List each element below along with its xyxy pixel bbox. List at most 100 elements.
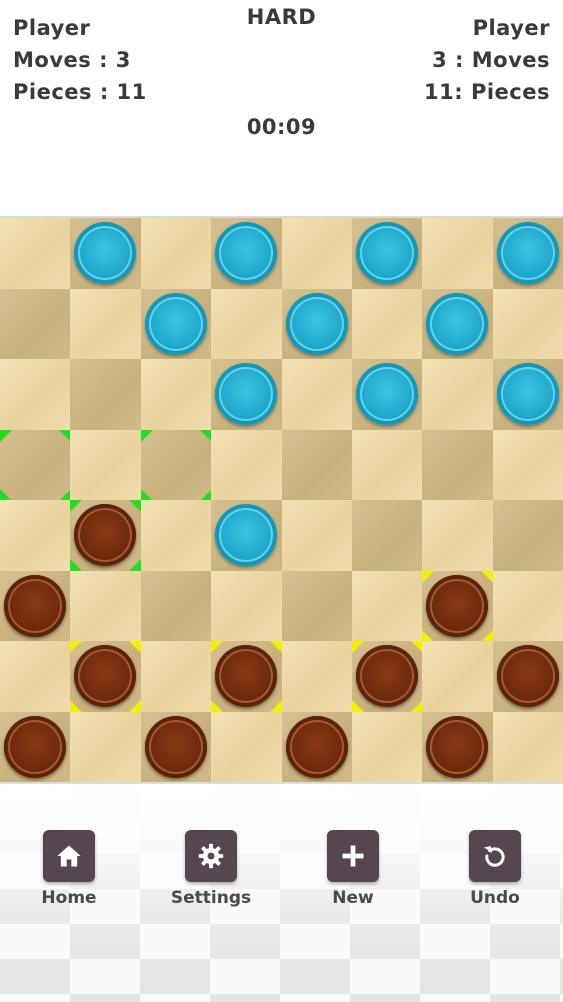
blue-checker-piece[interactable] [496,363,559,425]
board-square[interactable] [0,500,71,571]
move-highlight-corner [140,488,153,501]
board-square[interactable] [351,288,423,360]
board-square[interactable] [70,218,142,289]
board-square[interactable] [70,570,142,642]
board-square[interactable] [211,711,282,783]
board-square[interactable] [351,570,423,642]
board-square[interactable] [351,359,423,430]
board-square[interactable] [492,500,563,571]
board-square[interactable] [211,500,282,571]
board-square[interactable] [0,641,71,712]
board-square[interactable] [140,359,212,430]
board-square[interactable] [351,641,423,712]
board-square[interactable] [211,570,282,642]
board-square[interactable] [0,570,71,642]
new-game-button[interactable]: New [303,830,403,908]
board-square[interactable] [492,711,563,783]
brown-checker-piece[interactable] [215,645,278,707]
board-square[interactable] [0,288,71,360]
blue-checker-piece[interactable] [285,292,348,355]
board-square[interactable] [211,288,282,360]
board-square[interactable] [70,500,142,571]
board-square[interactable] [351,500,423,571]
board-square[interactable] [0,218,71,289]
board-square[interactable] [351,429,423,501]
blue-checker-piece[interactable] [426,292,489,355]
board-square[interactable] [281,359,353,430]
board-square[interactable] [351,218,423,289]
brown-checker-piece[interactable] [496,645,559,707]
board-square[interactable] [70,641,142,712]
board-square[interactable] [140,429,212,501]
board-square[interactable] [70,288,142,360]
blue-checker-piece[interactable] [215,363,278,425]
board-square[interactable] [422,429,494,501]
board-square[interactable] [70,429,142,501]
board-square[interactable] [281,500,353,571]
board-square[interactable] [492,359,563,430]
move-highlight-corner [422,629,435,642]
move-highlight-corner [140,429,153,442]
board-square[interactable] [140,641,212,712]
board-square[interactable] [351,711,423,783]
board-square[interactable] [422,218,494,289]
board-square[interactable] [281,218,353,289]
board-square[interactable] [492,218,563,289]
new-label: New [332,888,374,908]
brown-checker-piece[interactable] [355,645,418,707]
move-highlight-corner [70,641,83,653]
brown-checker-piece[interactable] [426,715,489,778]
brown-checker-piece[interactable] [4,574,66,637]
brown-checker-piece[interactable] [144,715,207,778]
board-square[interactable] [492,288,563,360]
board-square[interactable] [492,570,563,642]
plus-icon [327,830,379,882]
board-square[interactable] [422,288,494,360]
undo-button[interactable]: Undo [445,830,545,908]
game-header: Player Moves : 3 Pieces : 11 HARD 00:09 … [0,0,563,218]
board-square[interactable] [422,359,494,430]
board-square[interactable] [281,288,353,360]
board-square[interactable] [140,570,212,642]
board-square[interactable] [281,641,353,712]
brown-checker-piece[interactable] [74,645,137,707]
home-button[interactable]: Home [19,830,119,908]
board-square[interactable] [70,359,142,430]
move-highlight-corner [58,429,71,442]
blue-checker-piece[interactable] [144,292,207,355]
blue-checker-piece[interactable] [355,363,418,425]
board-square[interactable] [211,359,282,430]
board-square[interactable] [281,429,353,501]
board-square[interactable] [422,500,494,571]
board-square[interactable] [281,711,353,783]
brown-checker-piece[interactable] [74,504,137,566]
game-timer: 00:09 [246,115,317,139]
blue-checker-piece[interactable] [74,222,137,284]
brown-checker-piece[interactable] [4,715,66,778]
board-square[interactable] [422,711,494,783]
board-square[interactable] [281,570,353,642]
brown-checker-piece[interactable] [426,574,489,637]
board-square[interactable] [422,641,494,712]
board-square[interactable] [70,711,142,783]
board-square[interactable] [422,570,494,642]
board-square[interactable] [492,429,563,501]
blue-checker-piece[interactable] [215,504,278,566]
blue-checker-piece[interactable] [355,222,418,284]
board-square[interactable] [0,359,71,430]
blue-checker-piece[interactable] [215,222,278,284]
board-square[interactable] [211,218,282,289]
board-square[interactable] [492,641,563,712]
board-square[interactable] [211,641,282,712]
board-square[interactable] [0,711,71,783]
board-square[interactable] [211,429,282,501]
brown-checker-piece[interactable] [285,715,348,778]
board-square[interactable] [0,429,71,501]
board-square[interactable] [140,218,212,289]
blue-checker-piece[interactable] [496,222,559,284]
board-square[interactable] [140,711,212,783]
board-square[interactable] [140,288,212,360]
settings-button[interactable]: Settings [161,830,261,908]
move-highlight-corner [351,641,364,653]
board-square[interactable] [140,500,212,571]
